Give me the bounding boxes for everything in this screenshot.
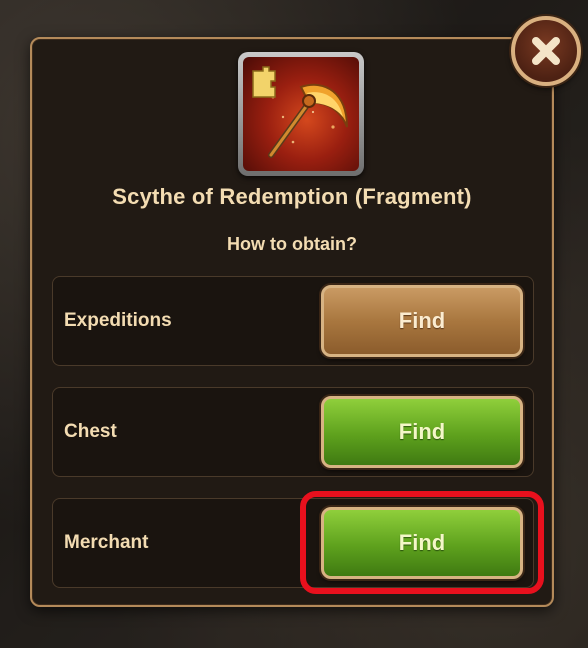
source-label: Expeditions [64, 310, 172, 331]
close-button[interactable] [511, 16, 581, 86]
close-icon [532, 37, 560, 65]
source-row-chest: Chest Find [52, 387, 534, 477]
find-button-chest[interactable]: Find [321, 396, 523, 468]
item-name: Scythe of Redemption (Fragment) [112, 184, 472, 209]
find-button-merchant[interactable]: Find [321, 507, 523, 579]
source-label: Chest [64, 421, 117, 442]
scythe-fragment-icon [243, 57, 359, 171]
find-button-expeditions[interactable]: Find [321, 285, 523, 357]
source-row-expeditions: Expeditions Find [52, 276, 534, 366]
source-row-merchant: Merchant Find [52, 498, 534, 588]
obtain-prompt: How to obtain? [227, 234, 357, 254]
source-label: Merchant [64, 532, 149, 553]
item-icon-frame [238, 52, 364, 176]
